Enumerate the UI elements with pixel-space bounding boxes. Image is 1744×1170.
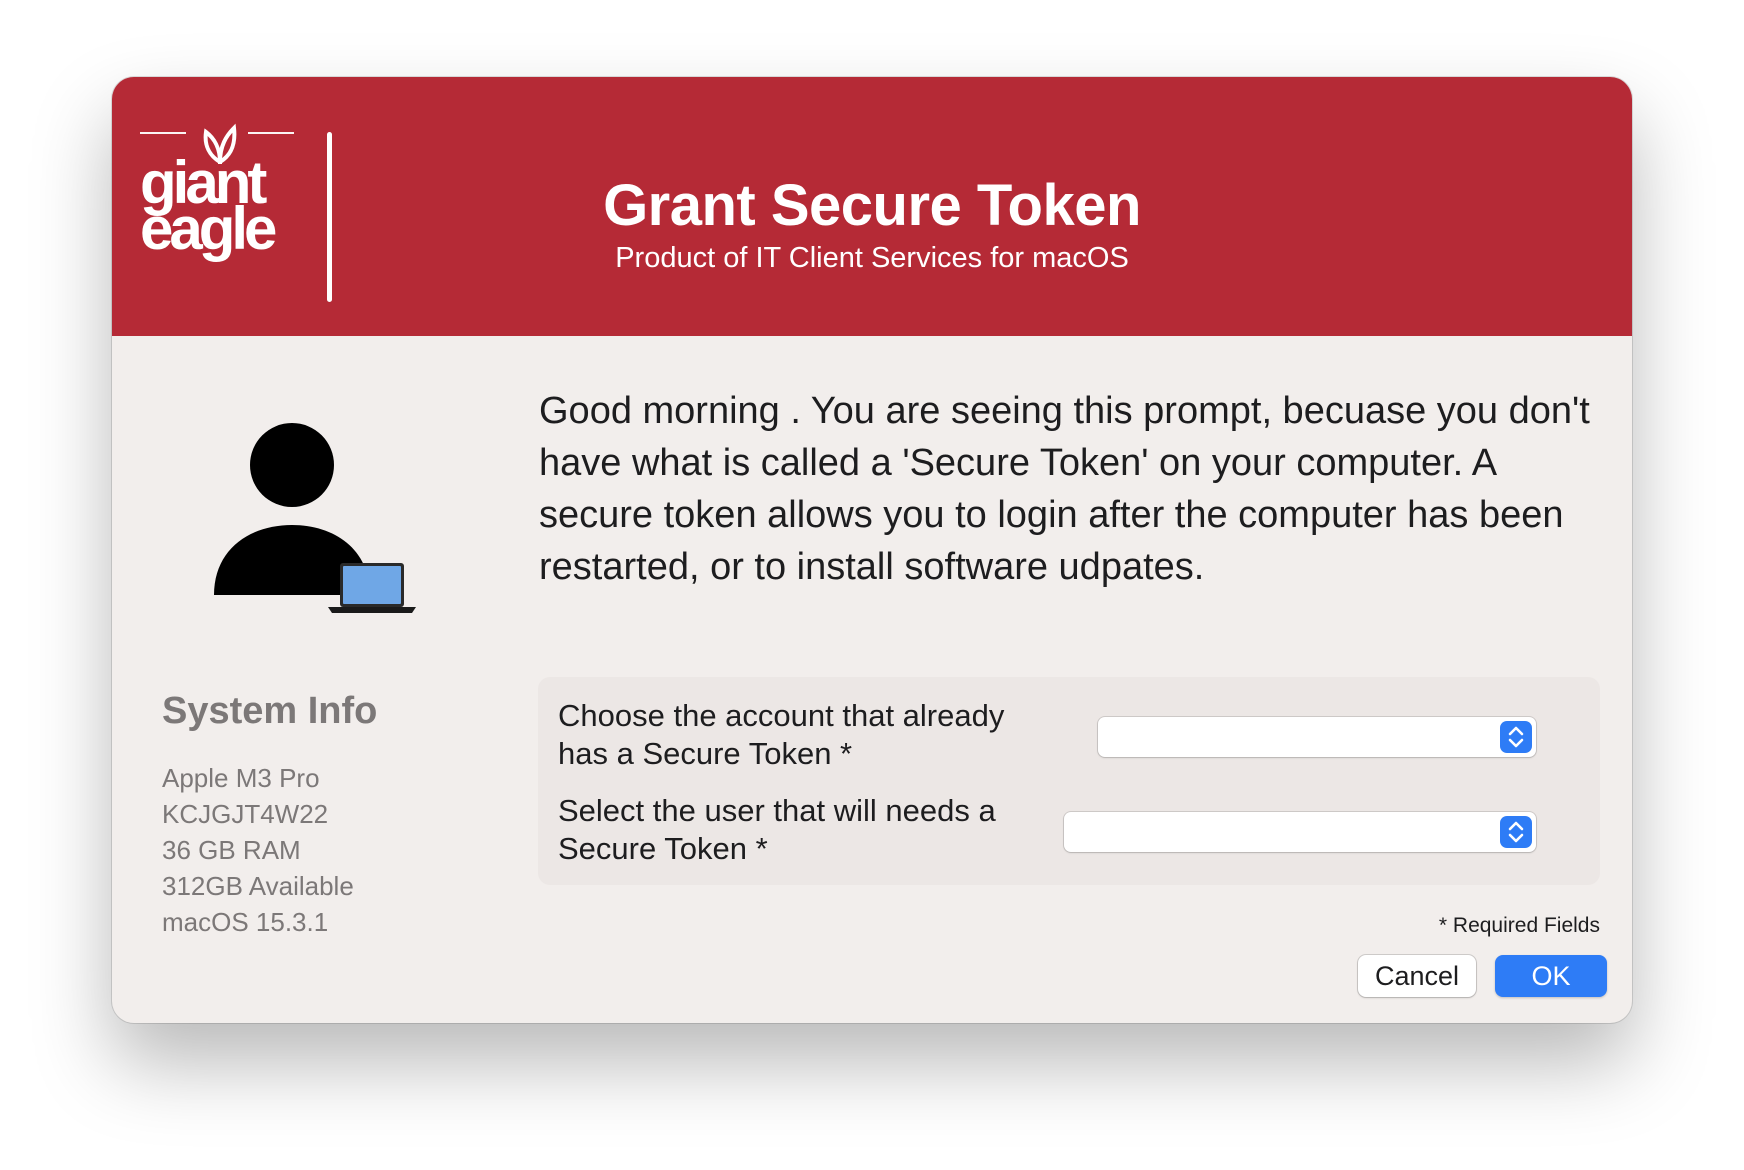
account-select[interactable] (1098, 717, 1536, 757)
system-info-title: System Info (162, 690, 378, 732)
account-select-label: Choose the account that already has a Se… (558, 698, 1005, 771)
required-fields-note: * Required Fields (1438, 914, 1600, 937)
logo-divider (327, 132, 332, 302)
logo-rule-left (140, 132, 186, 134)
header-banner: giant eagle Grant Secure Token Product o… (112, 77, 1632, 336)
system-info-storage: 312GB Available (162, 871, 354, 901)
prompt-message: Good morning . You are seeing this promp… (539, 390, 1590, 588)
ok-button[interactable]: OK (1495, 955, 1607, 997)
page-subtitle: Product of IT Client Services for macOS (615, 242, 1129, 274)
system-info-list: Apple M3 Pro KCJGJT4W22 36 GB RAM 312GB … (162, 760, 354, 940)
system-info-serial: KCJGJT4W22 (162, 799, 329, 829)
user-select-label: Select the user that will needs a Secure… (558, 793, 996, 866)
chevron-up-down-icon (1500, 816, 1532, 848)
logo-rule-right (248, 132, 294, 134)
system-info-chip: Apple M3 Pro (162, 763, 320, 793)
person-with-laptop-icon (214, 423, 416, 613)
user-select[interactable] (1064, 812, 1536, 852)
dialog-window: giant eagle Grant Secure Token Product o… (112, 77, 1632, 1023)
page-title: Grant Secure Token (603, 173, 1141, 238)
chevron-up-down-icon (1500, 721, 1532, 753)
form-panel: Choose the account that already has a Se… (538, 677, 1600, 885)
cancel-button[interactable]: Cancel (1358, 955, 1476, 997)
system-info-os: macOS 15.3.1 (162, 907, 329, 937)
system-info-ram: 36 GB RAM (162, 835, 301, 865)
giant-eagle-logo: giant eagle (140, 123, 294, 277)
logo-text-eagle: eagle (140, 195, 277, 262)
